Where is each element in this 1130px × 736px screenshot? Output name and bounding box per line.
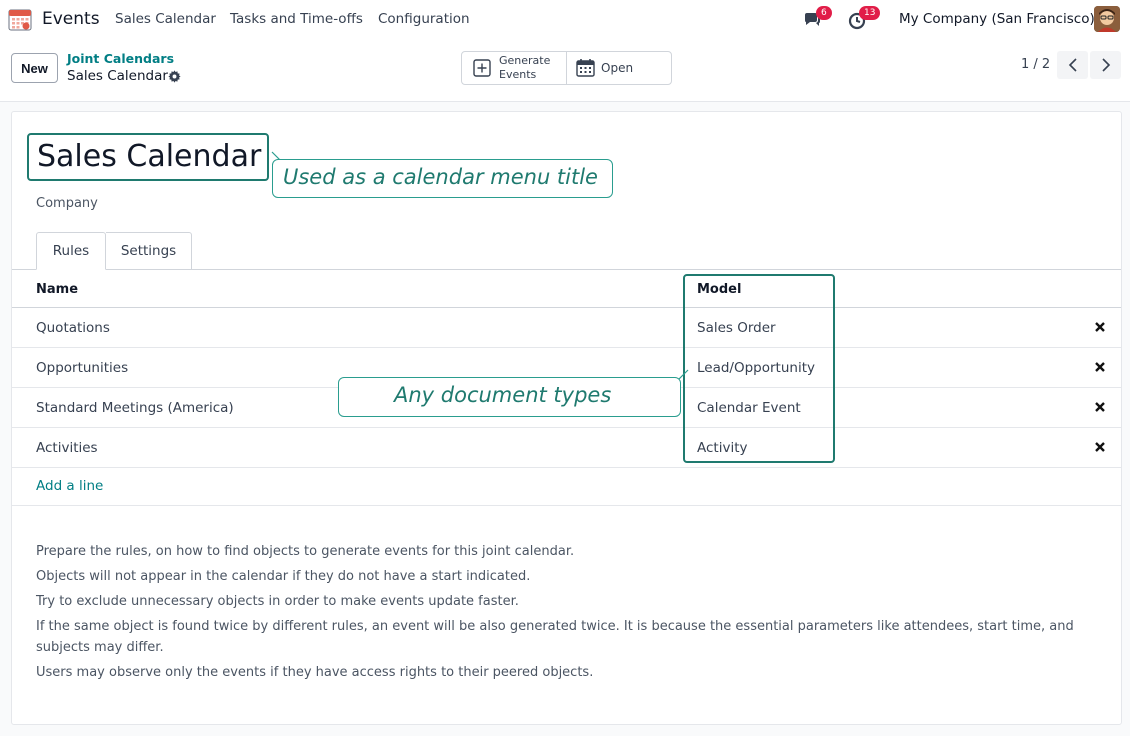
row-name[interactable]: Standard Meetings (America) — [36, 400, 234, 416]
form-sheet: Sales Calendar Used as a calendar menu t… — [11, 111, 1122, 725]
title-highlight: Sales Calendar — [27, 133, 269, 181]
menu-configuration[interactable]: Configuration — [378, 11, 470, 27]
pager-next-button[interactable] — [1090, 51, 1121, 79]
row-name[interactable]: Activities — [36, 440, 98, 456]
column-name-header[interactable]: Name — [36, 282, 78, 297]
control-panel: New Joint Calendars Sales Calendar Gener… — [0, 38, 1130, 102]
notebook-tabs: Rules Settings — [12, 232, 1121, 270]
open-label: Open — [601, 61, 634, 75]
tab-settings[interactable]: Settings — [106, 232, 192, 270]
pager-value[interactable]: 1 / 2 — [1021, 57, 1050, 72]
calendar-icon — [576, 59, 595, 77]
table-row[interactable]: Activities Activity — [12, 428, 1121, 468]
app-name[interactable]: Events — [42, 9, 100, 29]
help-line: Users may observe only the events if the… — [36, 665, 594, 680]
calendar-name-field[interactable]: Sales Calendar — [37, 139, 261, 174]
title-callout: Used as a calendar menu title — [272, 159, 613, 198]
messages-badge: 6 — [816, 6, 832, 20]
add-line-link[interactable]: Add a line — [36, 478, 103, 494]
row-name[interactable]: Opportunities — [36, 360, 128, 376]
delete-icon[interactable] — [1093, 440, 1107, 454]
breadcrumb-current: Sales Calendar — [67, 68, 168, 84]
plus-square-icon — [473, 59, 491, 77]
column-model-header[interactable]: Model — [697, 282, 741, 297]
breadcrumb-joint-calendars[interactable]: Joint Calendars — [67, 51, 174, 66]
top-navbar: Events Sales Calendar Tasks and Time-off… — [0, 0, 1130, 38]
chevron-left-icon — [1068, 58, 1077, 72]
model-callout: Any document types — [338, 377, 681, 417]
menu-tasks-time-offs[interactable]: Tasks and Time-offs — [230, 11, 363, 27]
new-button[interactable]: New — [11, 53, 58, 83]
row-name[interactable]: Quotations — [36, 320, 110, 336]
generate-events-label: Generate Events — [499, 54, 551, 81]
help-text: Prepare the rules, on how to find object… — [36, 541, 1096, 683]
help-line: Try to exclude unnecessary objects in or… — [36, 594, 519, 609]
delete-icon[interactable] — [1093, 360, 1107, 374]
help-line: Prepare the rules, on how to find object… — [36, 544, 575, 559]
delete-icon[interactable] — [1093, 400, 1107, 414]
chevron-right-icon — [1101, 58, 1110, 72]
company-switcher[interactable]: My Company (San Francisco) — [899, 11, 1095, 27]
table-header: Name Model — [12, 270, 1121, 308]
help-line: If the same object is found twice by dif… — [36, 619, 1074, 655]
table-row[interactable]: Quotations Sales Order — [12, 308, 1121, 348]
calendar-app-icon[interactable] — [8, 7, 32, 31]
generate-events-button[interactable]: Generate Events — [462, 52, 567, 84]
tab-rules[interactable]: Rules — [36, 232, 106, 270]
open-calendar-button[interactable]: Open — [567, 52, 671, 84]
row-model[interactable]: Calendar Event — [697, 400, 801, 416]
row-model[interactable]: Lead/Opportunity — [697, 360, 815, 376]
company-field[interactable]: Company — [36, 196, 98, 211]
rules-table: Name Model Quotations Sales Order Opport… — [12, 270, 1121, 468]
pager-previous-button[interactable] — [1057, 51, 1088, 79]
avatar[interactable] — [1094, 6, 1120, 32]
activities-badge: 13 — [859, 6, 881, 20]
gear-icon[interactable] — [168, 70, 181, 83]
divider — [12, 505, 1121, 506]
action-bar: Generate Events Open — [461, 51, 672, 85]
help-line: Objects will not appear in the calendar … — [36, 569, 531, 584]
row-model[interactable]: Sales Order — [697, 320, 776, 336]
row-model[interactable]: Activity — [697, 440, 748, 456]
menu-sales-calendar[interactable]: Sales Calendar — [115, 11, 216, 27]
delete-icon[interactable] — [1093, 320, 1107, 334]
